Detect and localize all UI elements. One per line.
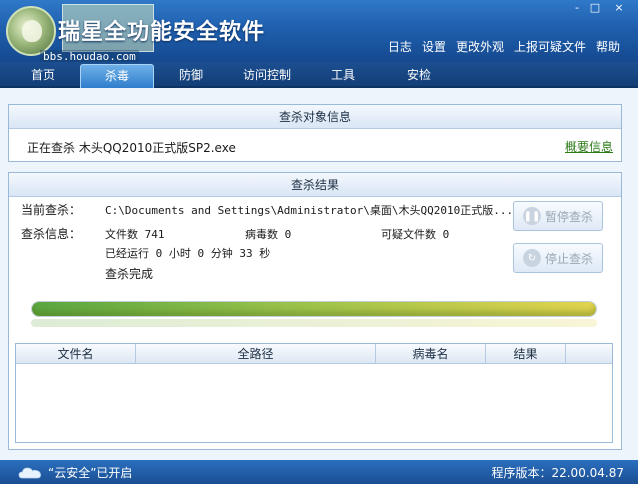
log-link[interactable]: 日志: [388, 38, 412, 55]
top-links: 日志 设置 更改外观 上报可疑文件 帮助: [388, 38, 620, 55]
tab-antivirus[interactable]: 杀毒: [80, 64, 154, 88]
table-header: 文件名 全路径 病毒名 结果: [16, 344, 612, 364]
pause-icon: ❚❚: [522, 207, 541, 225]
tab-access-control[interactable]: 访问控制: [228, 64, 306, 88]
virus-count: 病毒数 0: [245, 228, 292, 241]
stop-icon: ↻: [522, 249, 541, 267]
program-version: 程序版本：22.00.04.87: [491, 466, 624, 480]
change-skin-link[interactable]: 更改外观: [456, 38, 504, 55]
main-nav: 首页 杀毒 防御 访问控制 工具 安检: [0, 62, 638, 88]
progress-reflection: [31, 319, 597, 327]
scan-info-label: 查杀信息：: [21, 227, 82, 241]
tab-security-check[interactable]: 安检: [386, 64, 452, 88]
scan-target-title: 查杀对象信息: [9, 105, 621, 129]
elapsed-time: 已经运行 0 小时 0 分钟 33 秒: [105, 247, 271, 260]
current-scan-label: 当前查杀：: [21, 203, 82, 217]
column-header-filename[interactable]: 文件名: [16, 344, 136, 364]
suspicious-count: 可疑文件数 0: [381, 228, 450, 241]
report-suspicious-link[interactable]: 上报可疑文件: [514, 38, 586, 55]
scan-progress-bar: [31, 301, 597, 317]
column-header-result[interactable]: 结果: [486, 344, 566, 364]
scan-progress-fill: [32, 302, 596, 316]
scan-result-panel: 查杀结果 当前查杀： C:\Documents and Settings\Adm…: [8, 172, 622, 450]
tab-tools[interactable]: 工具: [310, 64, 376, 88]
stop-scan-button[interactable]: ↻ 停止查杀: [513, 243, 603, 273]
current-scan-path: C:\Documents and Settings\Administrator\…: [105, 204, 514, 217]
summary-info-link[interactable]: 概要信息: [565, 138, 613, 155]
title-bar: 瑞星全功能安全软件 bbs.houdao.com - □ × 日志 设置 更改外…: [0, 0, 638, 63]
help-link[interactable]: 帮助: [596, 38, 620, 55]
lion-logo-icon: [6, 6, 56, 56]
column-header-fullpath[interactable]: 全路径: [136, 344, 376, 364]
stop-scan-label: 停止查杀: [544, 251, 593, 266]
scan-target-panel: 查杀对象信息 正在查杀 木头QQ2010正式版SP2.exe 概要信息: [8, 104, 622, 162]
cloud-icon: [18, 467, 41, 479]
cloud-security-status: “云安全”已开启: [48, 466, 133, 480]
maximize-button[interactable]: □: [588, 2, 602, 14]
scan-result-title: 查杀结果: [9, 173, 621, 197]
column-header-virus-name[interactable]: 病毒名: [376, 344, 486, 364]
minimize-button[interactable]: -: [570, 2, 584, 14]
pause-scan-label: 暂停查杀: [544, 209, 593, 224]
tab-defense[interactable]: 防御: [158, 64, 224, 88]
file-count: 文件数 741: [105, 228, 165, 241]
close-button[interactable]: ×: [612, 2, 626, 14]
scan-results-table: 文件名 全路径 病毒名 结果: [15, 343, 613, 443]
scanning-text: 正在查杀 木头QQ2010正式版SP2.exe: [27, 141, 236, 155]
settings-link[interactable]: 设置: [422, 38, 446, 55]
pause-scan-button[interactable]: ❚❚ 暂停查杀: [513, 201, 603, 231]
scan-status: 查杀完成: [105, 267, 154, 281]
status-bar: “云安全”已开启 程序版本：22.00.04.87: [0, 460, 638, 484]
app-title: 瑞星全功能安全软件: [58, 20, 266, 45]
tab-home[interactable]: 首页: [8, 64, 78, 88]
column-header-spacer: [566, 344, 612, 364]
